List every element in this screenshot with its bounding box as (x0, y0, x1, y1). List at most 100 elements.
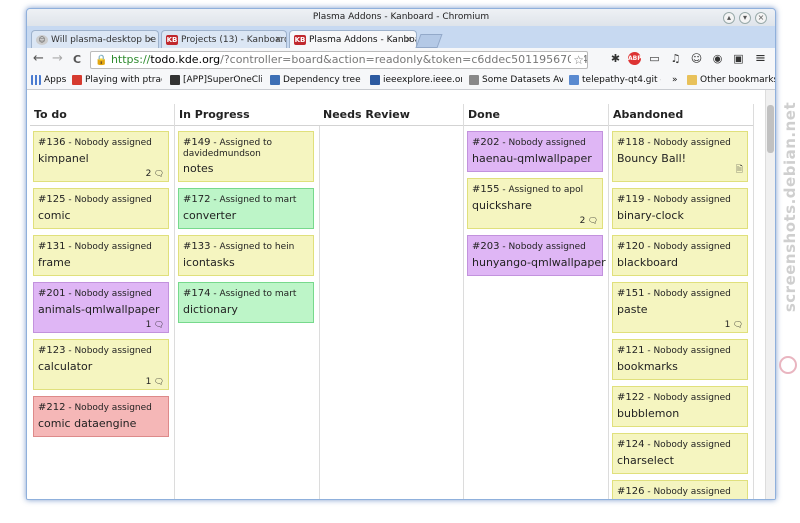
comment-count[interactable]: 2 🗨 (580, 216, 598, 226)
task-card[interactable]: #202 - Nobody assigned haenau-qmlwallpape… (467, 131, 603, 172)
task-card[interactable]: #174 - Assigned to mart dictionary (178, 282, 314, 323)
comment-count[interactable]: 2 🗨 (146, 169, 164, 179)
task-title[interactable]: frame (38, 256, 71, 269)
task-card[interactable]: #118 - Nobody assigned Bouncy Ball! 🗎 (612, 131, 748, 182)
task-card[interactable]: #151 - Nobody assigned paste 1 🗨 (612, 282, 748, 333)
task-card[interactable]: #119 - Nobody assigned binary-clock (612, 188, 748, 229)
tab-plasma-addons[interactable]: KBPlasma Addons - Kanboard × (289, 30, 417, 48)
task-id[interactable]: #212 (38, 402, 65, 413)
bookmark-ieeexplore[interactable]: ieeexplore.ieee.org/ (370, 71, 462, 89)
task-id[interactable]: #120 (617, 241, 644, 252)
tab-projects[interactable]: KB Projects (13) - Kanboard × (161, 30, 287, 48)
task-title[interactable]: bookmarks (617, 360, 678, 373)
task-id[interactable]: #172 (183, 194, 210, 205)
task-card[interactable]: #122 - Nobody assigned bubblemon (612, 386, 748, 427)
new-tab-button[interactable] (415, 34, 443, 48)
task-title[interactable]: paste (617, 303, 648, 316)
bookmark-star-icon[interactable]: ☆ (571, 52, 584, 68)
task-card[interactable]: #149 - Assigned to davidedmundson notes (178, 131, 314, 182)
screen-icon[interactable]: ▣ (732, 52, 745, 65)
tab-close-icon[interactable]: × (404, 31, 412, 48)
keep-above-button[interactable]: ▴ (723, 12, 735, 24)
task-id[interactable]: #119 (617, 194, 644, 205)
task-id[interactable]: #123 (38, 345, 65, 356)
task-id[interactable]: #136 (38, 137, 65, 148)
task-card[interactable]: #120 - Nobody assigned blackboard (612, 235, 748, 276)
task-title[interactable]: icontasks (183, 256, 235, 269)
back-button[interactable]: ← (33, 51, 44, 66)
reload-button[interactable]: C (73, 53, 81, 66)
task-card[interactable]: #136 - Nobody assigned kimpanel 2 🗨 (33, 131, 169, 182)
task-card[interactable]: #133 - Assigned to hein icontasks (178, 235, 314, 276)
task-card[interactable]: #203 - Nobody assigned hunyango-qmlwallpa… (467, 235, 606, 276)
comment-count[interactable]: 1 🗨 (146, 377, 164, 387)
task-id[interactable]: #126 (617, 486, 644, 497)
task-title[interactable]: quickshare (472, 199, 532, 212)
task-title[interactable]: converter (183, 209, 236, 222)
camera-icon[interactable]: ◉ (711, 52, 724, 65)
task-id[interactable]: #174 (183, 288, 210, 299)
task-card[interactable]: #124 - Nobody assigned charselect (612, 433, 748, 474)
task-title[interactable]: notes (183, 162, 214, 175)
task-title[interactable]: comic dataengine (38, 417, 136, 430)
task-title[interactable]: haenau-qmlwallpaper (472, 152, 592, 165)
tab-plasma-desktop[interactable]: ☺ Will plasma-desktop be × (31, 30, 159, 48)
bookmark-apps[interactable]: Apps (31, 71, 71, 89)
task-id[interactable]: #121 (617, 345, 644, 356)
task-card[interactable]: #121 - Nobody assigned bookmarks (612, 339, 748, 380)
task-card[interactable]: #131 - Nobody assigned frame (33, 235, 169, 276)
tab-close-icon[interactable]: × (146, 31, 154, 48)
task-title[interactable]: binary-clock (617, 209, 684, 222)
menu-icon[interactable]: ≡ (754, 52, 767, 65)
comment-count[interactable]: 1 🗨 (725, 320, 743, 330)
task-id[interactable]: #149 (183, 137, 210, 148)
tab-close-icon[interactable]: × (274, 31, 282, 48)
task-title[interactable]: blackboard (617, 256, 678, 269)
task-card[interactable]: #172 - Assigned to mart converter (178, 188, 314, 229)
task-title[interactable]: animals-qmlwallpaper (38, 303, 160, 316)
scrollbar-thumb[interactable] (767, 105, 774, 153)
bookmark-datasets[interactable]: Some Datasets Avail (469, 71, 563, 89)
task-id[interactable]: #151 (617, 288, 644, 299)
bookmark-telepathy[interactable]: telepathy-qt4.git - a (569, 71, 661, 89)
task-id[interactable]: #202 (472, 137, 499, 148)
task-id[interactable]: #131 (38, 241, 65, 252)
task-id[interactable]: #125 (38, 194, 65, 205)
task-card[interactable]: #125 - Nobody assigned comic (33, 188, 169, 229)
vertical-scrollbar[interactable] (765, 90, 775, 499)
task-title[interactable]: charselect (617, 454, 674, 467)
task-title[interactable]: kimpanel (38, 152, 89, 165)
task-card[interactable]: #155 - Assigned to apol quickshare 2 🗨 (467, 178, 603, 229)
comment-count[interactable]: 1 🗨 (146, 320, 164, 330)
extension-puzzle-icon[interactable]: ✱ (609, 52, 622, 65)
bookmark-superoneclick[interactable]: [APP]SuperOneClick (170, 71, 262, 89)
task-id[interactable]: #133 (183, 241, 210, 252)
forward-button[interactable]: → (52, 51, 63, 66)
task-id[interactable]: #122 (617, 392, 644, 403)
task-card[interactable]: #123 - Nobody assigned calculator 1 🗨 (33, 339, 169, 390)
attachment-icon[interactable]: 🗎 (736, 162, 743, 178)
task-title[interactable]: dictionary (183, 303, 238, 316)
task-id[interactable]: #118 (617, 137, 644, 148)
other-bookmarks-folder[interactable]: Other bookmarks (687, 71, 775, 89)
cast-icon[interactable]: ▭ (648, 52, 661, 65)
task-title[interactable]: comic (38, 209, 71, 222)
bookmarks-overflow-button[interactable]: » (672, 71, 682, 89)
task-title[interactable]: Bouncy Ball! (617, 152, 686, 165)
headphones-icon[interactable]: ♫ (669, 52, 682, 65)
minimize-button[interactable]: ▾ (739, 12, 751, 24)
bookmark-ptrace[interactable]: Playing with ptrace, (72, 71, 162, 89)
task-id[interactable]: #203 (472, 241, 499, 252)
task-title[interactable]: calculator (38, 360, 92, 373)
adblock-icon[interactable]: ABP (628, 52, 642, 65)
task-card[interactable]: #126 - Nobody assigned (612, 480, 748, 499)
task-card[interactable]: #212 - Nobody assigned comic dataengine (33, 396, 169, 437)
task-title[interactable]: bubblemon (617, 407, 679, 420)
address-bar[interactable]: 🔒 https://todo.kde.org/?controller=board… (90, 51, 588, 69)
ghost-icon[interactable]: ☺ (690, 52, 703, 65)
task-title[interactable]: hunyango-qmlwallpaper (472, 256, 606, 269)
task-id[interactable]: #124 (617, 439, 644, 450)
task-id[interactable]: #155 (472, 184, 499, 195)
task-id[interactable]: #201 (38, 288, 65, 299)
task-card[interactable]: #201 - Nobody assigned animals-qmlwallpap… (33, 282, 169, 333)
